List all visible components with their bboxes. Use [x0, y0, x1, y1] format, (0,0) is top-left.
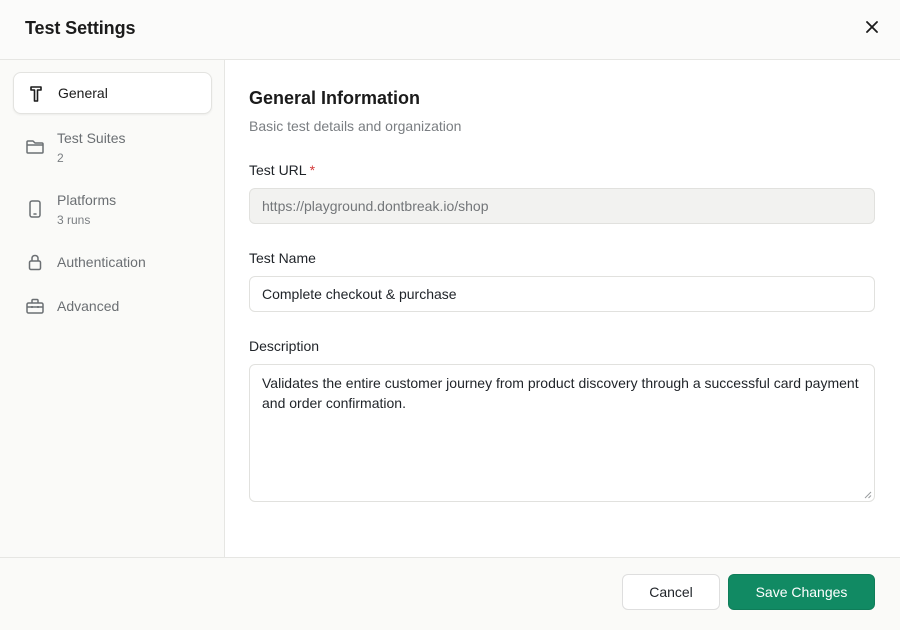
sidebar-item-label: Authentication	[57, 254, 146, 270]
required-marker: *	[309, 162, 316, 178]
dialog-footer: Cancel Save Changes	[0, 557, 900, 630]
description-label: Description	[249, 338, 320, 354]
resize-handle-icon[interactable]	[864, 491, 872, 499]
close-icon	[866, 21, 878, 33]
sidebar-item-test-suites[interactable]: Test Suites 2	[13, 124, 212, 170]
test-url-label: Test URL *	[249, 162, 315, 178]
section-subtitle: Basic test details and organization	[249, 118, 462, 134]
sidebar-item-label: Platforms	[57, 192, 117, 208]
sidebar-item-advanced[interactable]: Advanced	[13, 292, 212, 320]
hammer-icon	[30, 86, 42, 102]
lock-icon	[28, 254, 42, 271]
close-button[interactable]	[862, 17, 882, 37]
test-name-value: Complete checkout & purchase	[262, 286, 457, 302]
toolbox-icon	[26, 298, 44, 314]
test-url-field[interactable]: https://playground.dontbreak.io/shop	[249, 188, 875, 224]
sidebar-item-label: Advanced	[57, 298, 120, 314]
sidebar-item-platforms[interactable]: Platforms 3 runs	[13, 186, 212, 232]
sidebar-item-label: General	[58, 85, 108, 101]
settings-sidebar: General Test Suites 2 Platforms 3 runs A…	[0, 60, 225, 557]
settings-panel: General Information Basic test details a…	[226, 60, 900, 557]
test-name-field[interactable]: Complete checkout & purchase	[249, 276, 875, 312]
dialog-header: Test Settings	[0, 0, 900, 60]
cancel-button[interactable]: Cancel	[622, 574, 720, 610]
test-url-value: https://playground.dontbreak.io/shop	[262, 198, 489, 214]
test-name-label: Test Name	[249, 250, 316, 266]
description-value: Validates the entire customer journey fr…	[262, 375, 859, 411]
dialog-title: Test Settings	[25, 18, 136, 38]
save-changes-button[interactable]: Save Changes	[728, 574, 875, 610]
sidebar-item-count: 3 runs	[57, 213, 91, 227]
sidebar-item-general[interactable]: General	[13, 72, 212, 114]
sidebar-item-label: Test Suites	[57, 130, 126, 146]
phone-icon	[29, 200, 41, 218]
folder-icon	[26, 140, 44, 154]
description-field[interactable]: Validates the entire customer journey fr…	[249, 364, 875, 502]
section-title: General Information	[249, 88, 421, 108]
test-url-label-text: Test URL	[249, 162, 307, 178]
sidebar-item-count: 2	[57, 151, 64, 165]
sidebar-item-authentication[interactable]: Authentication	[13, 248, 212, 276]
